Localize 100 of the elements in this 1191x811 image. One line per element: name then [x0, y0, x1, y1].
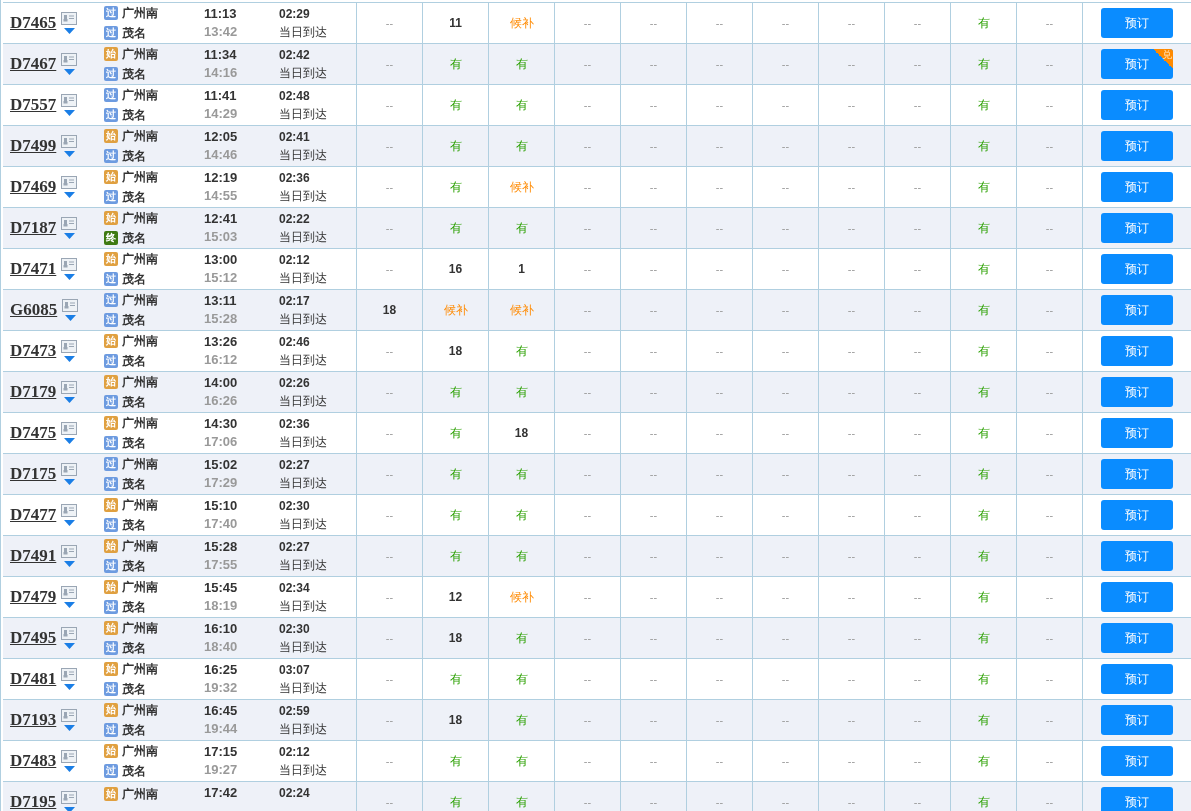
duration: 02:42: [279, 47, 311, 64]
depart-time: 11:41: [204, 87, 238, 105]
seat-availability: --: [847, 15, 856, 31]
id-card-icon[interactable]: [61, 791, 78, 804]
train-number-link[interactable]: D7193: [10, 707, 57, 733]
train-number-link[interactable]: D7495: [10, 625, 57, 651]
id-card-icon[interactable]: [61, 340, 78, 353]
depart-time: 13:11: [204, 292, 238, 310]
id-card-icon[interactable]: [62, 299, 79, 312]
caret-down-icon[interactable]: [63, 192, 75, 198]
caret-down-icon[interactable]: [63, 438, 75, 444]
train-number-link[interactable]: D7175: [10, 461, 57, 487]
seat-availability: --: [913, 220, 922, 236]
seat-availability: 有: [515, 753, 528, 770]
seat-availability: 12: [448, 589, 463, 606]
id-card-icon[interactable]: [61, 463, 78, 476]
caret-down-icon[interactable]: [63, 397, 75, 403]
caret-down-icon[interactable]: [63, 356, 75, 362]
caret-down-icon[interactable]: [63, 28, 75, 34]
caret-down-icon[interactable]: [63, 684, 75, 690]
arrival-day: 当日到达: [279, 146, 356, 164]
station-name: 茂名: [122, 271, 146, 288]
caret-down-icon[interactable]: [63, 233, 75, 239]
train-number-link[interactable]: D7491: [10, 543, 57, 569]
id-card-icon[interactable]: [61, 258, 78, 271]
id-card-icon[interactable]: [61, 750, 78, 763]
train-number-link[interactable]: D7479: [10, 584, 57, 610]
id-card-icon[interactable]: [61, 545, 78, 558]
seat-availability: --: [715, 97, 724, 113]
train-number-link[interactable]: D7483: [10, 748, 57, 774]
caret-down-icon[interactable]: [63, 69, 75, 75]
train-number-link[interactable]: D7195: [10, 789, 57, 811]
caret-down-icon[interactable]: [63, 274, 75, 280]
seat-availability: --: [781, 712, 790, 728]
id-card-icon[interactable]: [61, 381, 78, 394]
seat-availability: --: [385, 630, 394, 646]
caret-down-icon[interactable]: [63, 520, 75, 526]
seat-availability: --: [583, 343, 592, 359]
train-number-link[interactable]: D7187: [10, 215, 57, 241]
caret-down-icon[interactable]: [63, 561, 75, 567]
train-number-link[interactable]: D7499: [10, 133, 57, 159]
train-number-link[interactable]: D7465: [10, 10, 57, 36]
id-card-icon[interactable]: [61, 94, 78, 107]
caret-down-icon[interactable]: [63, 807, 75, 811]
arrival-day: 当日到达: [279, 638, 356, 656]
seat-availability: --: [715, 302, 724, 318]
station-tag: 始: [104, 703, 118, 717]
id-card-icon[interactable]: [61, 627, 78, 640]
depart-time: 15:45: [204, 579, 239, 597]
seat-availability: --: [385, 56, 394, 72]
seat-availability: 有: [515, 794, 528, 811]
station-tag: 始: [104, 170, 118, 184]
station-name: 广州南: [122, 702, 158, 719]
id-card-icon[interactable]: [61, 586, 78, 599]
seat-availability: --: [847, 589, 856, 605]
id-card-icon[interactable]: [61, 504, 78, 517]
id-card-icon[interactable]: [61, 422, 78, 435]
train-number-link[interactable]: D7467: [10, 51, 57, 77]
seat-availability: --: [385, 425, 394, 441]
seat-availability: --: [583, 630, 592, 646]
seat-availability: --: [583, 261, 592, 277]
station-tag: 始: [104, 334, 118, 348]
arrive-time: 19:32: [204, 679, 239, 697]
caret-down-icon[interactable]: [63, 479, 75, 485]
caret-down-icon[interactable]: [63, 643, 75, 649]
seat-availability: --: [649, 343, 658, 359]
train-number-link[interactable]: D7471: [10, 256, 57, 282]
station-tag: 过: [104, 313, 118, 327]
train-number-link[interactable]: D7179: [10, 379, 57, 405]
id-card-icon[interactable]: [61, 709, 78, 722]
id-card-icon[interactable]: [61, 217, 78, 230]
train-number-link[interactable]: D7475: [10, 420, 57, 446]
train-number-link[interactable]: D7477: [10, 502, 57, 528]
seat-availability: --: [781, 384, 790, 400]
seat-availability: --: [649, 220, 658, 236]
seat-availability: --: [913, 302, 922, 318]
id-card-icon[interactable]: [61, 668, 78, 681]
id-card-icon[interactable]: [61, 12, 78, 25]
depart-time: 12:05: [204, 128, 239, 146]
train-number-link[interactable]: D7473: [10, 338, 57, 364]
train-number-link[interactable]: D7469: [10, 174, 57, 200]
seat-availability: --: [583, 425, 592, 441]
seat-availability: --: [649, 712, 658, 728]
caret-down-icon[interactable]: [63, 151, 75, 157]
id-card-icon[interactable]: [61, 135, 78, 148]
train-number-link[interactable]: D7481: [10, 666, 57, 692]
caret-down-icon[interactable]: [63, 766, 75, 772]
id-card-icon[interactable]: [61, 53, 78, 66]
seat-availability: --: [781, 548, 790, 564]
caret-down-icon[interactable]: [63, 110, 75, 116]
caret-down-icon[interactable]: [63, 725, 75, 731]
station-name: 茂名: [122, 230, 146, 247]
caret-down-icon[interactable]: [63, 602, 75, 608]
seat-availability: --: [385, 97, 394, 113]
train-number-link[interactable]: D7557: [10, 92, 57, 118]
id-card-icon[interactable]: [61, 176, 78, 189]
caret-down-icon[interactable]: [64, 315, 76, 321]
arrive-time: 16:26: [204, 392, 239, 410]
depart-time: 12:19: [204, 169, 239, 187]
train-number-link[interactable]: G6085: [10, 297, 58, 323]
